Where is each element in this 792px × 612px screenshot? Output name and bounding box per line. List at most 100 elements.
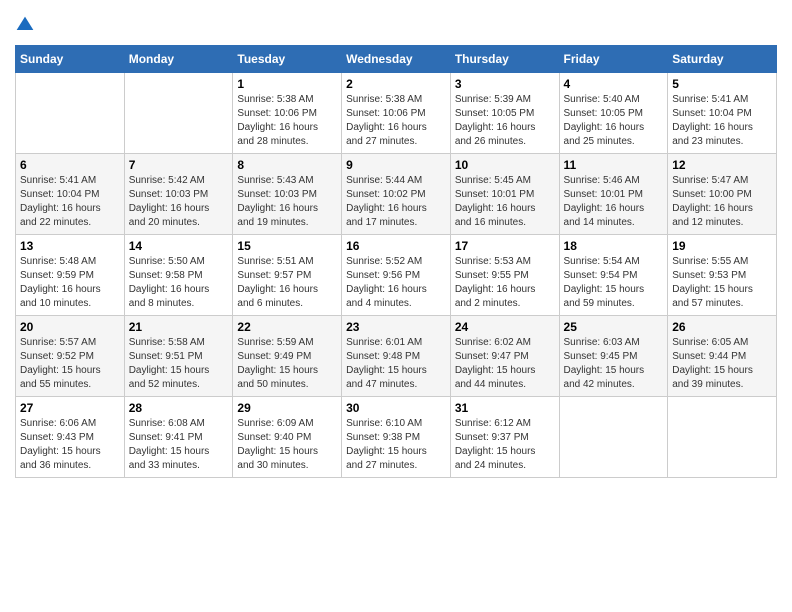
day-number: 18 bbox=[564, 239, 664, 253]
day-number: 23 bbox=[346, 320, 446, 334]
calendar-cell: 9Sunrise: 5:44 AMSunset: 10:02 PMDayligh… bbox=[342, 154, 451, 235]
day-info: Sunrise: 5:51 AMSunset: 9:57 PMDaylight:… bbox=[237, 255, 337, 311]
calendar-cell: 24 Sunrise: 6:02 AMSunset: 9:47 PMDayligh… bbox=[450, 316, 559, 397]
day-number: 10 bbox=[455, 158, 555, 172]
weekday-header: Tuesday bbox=[233, 46, 342, 73]
day-info: Sunrise: 5:52 AMSunset: 9:56 PMDaylight:… bbox=[346, 255, 446, 311]
day-number: 8 bbox=[237, 158, 337, 172]
day-info: Sunrise: 6:05 AMSunset: 9:44 PMDaylight:… bbox=[672, 336, 772, 392]
calendar-cell: 26 Sunrise: 6:05 AMSunset: 9:44 PMDayligh… bbox=[668, 316, 777, 397]
day-number: 25 bbox=[564, 320, 664, 334]
day-number: 30 bbox=[346, 401, 446, 415]
day-info: Sunrise: 5:47 AMSunset: 10:00 PMDaylight… bbox=[672, 174, 772, 230]
day-info: Sunrise: 6:10 AMSunset: 9:38 PMDaylight:… bbox=[346, 417, 446, 473]
day-info: Sunrise: 5:39 AMSunset: 10:05 PMDaylight… bbox=[455, 93, 555, 149]
calendar-cell bbox=[668, 397, 777, 478]
day-number: 4 bbox=[564, 77, 664, 91]
day-number: 19 bbox=[672, 239, 772, 253]
day-info: Sunrise: 5:41 AMSunset: 10:04 PMDaylight… bbox=[672, 93, 772, 149]
day-info: Sunrise: 5:42 AMSunset: 10:03 PMDaylight… bbox=[129, 174, 229, 230]
calendar-cell: 7Sunrise: 5:42 AMSunset: 10:03 PMDayligh… bbox=[124, 154, 233, 235]
day-info: Sunrise: 6:06 AMSunset: 9:43 PMDaylight:… bbox=[20, 417, 120, 473]
calendar-cell: 18Sunrise: 5:54 AMSunset: 9:54 PMDayligh… bbox=[559, 235, 668, 316]
day-info: Sunrise: 6:01 AMSunset: 9:48 PMDaylight:… bbox=[346, 336, 446, 392]
day-number: 26 bbox=[672, 320, 772, 334]
day-info: Sunrise: 5:43 AMSunset: 10:03 PMDaylight… bbox=[237, 174, 337, 230]
weekday-header: Sunday bbox=[16, 46, 125, 73]
day-number: 1 bbox=[237, 77, 337, 91]
calendar-cell: 5 Sunrise: 5:41 AMSunset: 10:04 PMDayligh… bbox=[668, 73, 777, 154]
day-info: Sunrise: 5:41 AMSunset: 10:04 PMDaylight… bbox=[20, 174, 120, 230]
calendar-cell: 1 Sunrise: 5:38 AMSunset: 10:06 PMDayligh… bbox=[233, 73, 342, 154]
day-info: Sunrise: 5:44 AMSunset: 10:02 PMDaylight… bbox=[346, 174, 446, 230]
day-info: Sunrise: 5:46 AMSunset: 10:01 PMDaylight… bbox=[564, 174, 664, 230]
day-info: Sunrise: 5:38 AMSunset: 10:06 PMDaylight… bbox=[237, 93, 337, 149]
calendar-cell: 2 Sunrise: 5:38 AMSunset: 10:06 PMDayligh… bbox=[342, 73, 451, 154]
calendar-cell: 21 Sunrise: 5:58 AMSunset: 9:51 PMDayligh… bbox=[124, 316, 233, 397]
calendar-cell: 25Sunrise: 6:03 AMSunset: 9:45 PMDayligh… bbox=[559, 316, 668, 397]
calendar-cell: 15 Sunrise: 5:51 AMSunset: 9:57 PMDayligh… bbox=[233, 235, 342, 316]
calendar-table: SundayMondayTuesdayWednesdayThursdayFrid… bbox=[15, 45, 777, 478]
calendar-cell: 14 Sunrise: 5:50 AMSunset: 9:58 PMDayligh… bbox=[124, 235, 233, 316]
calendar-header-row: SundayMondayTuesdayWednesdayThursdayFrid… bbox=[16, 46, 777, 73]
day-number: 16 bbox=[346, 239, 446, 253]
calendar-cell: 17Sunrise: 5:53 AMSunset: 9:55 PMDayligh… bbox=[450, 235, 559, 316]
calendar-cell: 12 Sunrise: 5:47 AMSunset: 10:00 PMDaylig… bbox=[668, 154, 777, 235]
day-number: 24 bbox=[455, 320, 555, 334]
logo bbox=[15, 15, 37, 35]
calendar-cell: 4Sunrise: 5:40 AMSunset: 10:05 PMDayligh… bbox=[559, 73, 668, 154]
day-number: 20 bbox=[20, 320, 120, 334]
calendar-cell bbox=[16, 73, 125, 154]
calendar-week-row: 13Sunrise: 5:48 AMSunset: 9:59 PMDayligh… bbox=[16, 235, 777, 316]
calendar-cell: 29Sunrise: 6:09 AMSunset: 9:40 PMDayligh… bbox=[233, 397, 342, 478]
day-number: 3 bbox=[455, 77, 555, 91]
day-number: 14 bbox=[129, 239, 229, 253]
calendar-cell: 19 Sunrise: 5:55 AMSunset: 9:53 PMDayligh… bbox=[668, 235, 777, 316]
day-info: Sunrise: 6:08 AMSunset: 9:41 PMDaylight:… bbox=[129, 417, 229, 473]
page-header bbox=[15, 15, 777, 35]
calendar-cell: 22 Sunrise: 5:59 AMSunset: 9:49 PMDayligh… bbox=[233, 316, 342, 397]
calendar-week-row: 6 Sunrise: 5:41 AMSunset: 10:04 PMDayligh… bbox=[16, 154, 777, 235]
day-number: 27 bbox=[20, 401, 120, 415]
calendar-cell: 10 Sunrise: 5:45 AMSunset: 10:01 PMDaylig… bbox=[450, 154, 559, 235]
calendar-cell: 8 Sunrise: 5:43 AMSunset: 10:03 PMDayligh… bbox=[233, 154, 342, 235]
day-info: Sunrise: 5:50 AMSunset: 9:58 PMDaylight:… bbox=[129, 255, 229, 311]
weekday-header: Friday bbox=[559, 46, 668, 73]
logo-icon bbox=[15, 15, 35, 35]
day-info: Sunrise: 6:02 AMSunset: 9:47 PMDaylight:… bbox=[455, 336, 555, 392]
day-number: 11 bbox=[564, 158, 664, 172]
day-info: Sunrise: 5:58 AMSunset: 9:51 PMDaylight:… bbox=[129, 336, 229, 392]
day-info: Sunrise: 5:57 AMSunset: 9:52 PMDaylight:… bbox=[20, 336, 120, 392]
calendar-cell: 23 Sunrise: 6:01 AMSunset: 9:48 PMDayligh… bbox=[342, 316, 451, 397]
calendar-cell bbox=[559, 397, 668, 478]
day-number: 31 bbox=[455, 401, 555, 415]
day-info: Sunrise: 5:53 AMSunset: 9:55 PMDaylight:… bbox=[455, 255, 555, 311]
day-info: Sunrise: 5:55 AMSunset: 9:53 PMDaylight:… bbox=[672, 255, 772, 311]
calendar-week-row: 27 Sunrise: 6:06 AMSunset: 9:43 PMDayligh… bbox=[16, 397, 777, 478]
day-number: 15 bbox=[237, 239, 337, 253]
weekday-header: Saturday bbox=[668, 46, 777, 73]
calendar-cell: 6 Sunrise: 5:41 AMSunset: 10:04 PMDayligh… bbox=[16, 154, 125, 235]
day-number: 5 bbox=[672, 77, 772, 91]
calendar-cell: 11 Sunrise: 5:46 AMSunset: 10:01 PMDaylig… bbox=[559, 154, 668, 235]
calendar-cell bbox=[124, 73, 233, 154]
calendar-week-row: 1 Sunrise: 5:38 AMSunset: 10:06 PMDayligh… bbox=[16, 73, 777, 154]
day-info: Sunrise: 5:59 AMSunset: 9:49 PMDaylight:… bbox=[237, 336, 337, 392]
day-number: 28 bbox=[129, 401, 229, 415]
day-info: Sunrise: 5:48 AMSunset: 9:59 PMDaylight:… bbox=[20, 255, 120, 311]
day-info: Sunrise: 5:38 AMSunset: 10:06 PMDaylight… bbox=[346, 93, 446, 149]
day-number: 29 bbox=[237, 401, 337, 415]
day-number: 2 bbox=[346, 77, 446, 91]
day-info: Sunrise: 5:45 AMSunset: 10:01 PMDaylight… bbox=[455, 174, 555, 230]
day-number: 21 bbox=[129, 320, 229, 334]
day-number: 22 bbox=[237, 320, 337, 334]
day-number: 12 bbox=[672, 158, 772, 172]
calendar-cell: 3 Sunrise: 5:39 AMSunset: 10:05 PMDayligh… bbox=[450, 73, 559, 154]
calendar-week-row: 20 Sunrise: 5:57 AMSunset: 9:52 PMDayligh… bbox=[16, 316, 777, 397]
calendar-cell: 13Sunrise: 5:48 AMSunset: 9:59 PMDayligh… bbox=[16, 235, 125, 316]
calendar-cell: 27 Sunrise: 6:06 AMSunset: 9:43 PMDayligh… bbox=[16, 397, 125, 478]
calendar-cell: 31Sunrise: 6:12 AMSunset: 9:37 PMDayligh… bbox=[450, 397, 559, 478]
weekday-header: Wednesday bbox=[342, 46, 451, 73]
calendar-cell: 20 Sunrise: 5:57 AMSunset: 9:52 PMDayligh… bbox=[16, 316, 125, 397]
day-number: 6 bbox=[20, 158, 120, 172]
